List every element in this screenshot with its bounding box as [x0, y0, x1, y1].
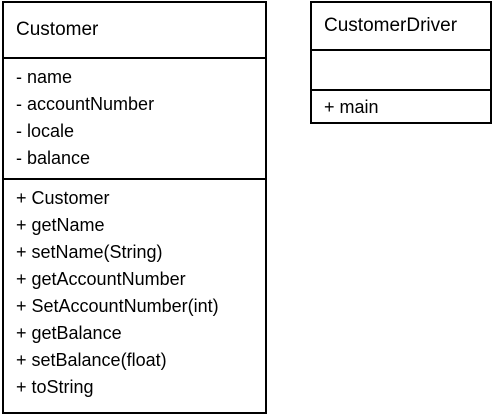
- operations-section: + main: [312, 89, 490, 122]
- attribute: - locale: [16, 121, 75, 141]
- operation: + SetAccountNumber(int): [16, 296, 219, 316]
- attribute: - balance: [16, 148, 91, 168]
- operation: + getAccountNumber: [16, 269, 186, 289]
- attribute: - accountNumber: [16, 94, 155, 114]
- class-box-customer-driver: CustomerDriver + main: [310, 1, 492, 124]
- operation: + getName: [16, 215, 105, 235]
- operation: + Customer: [16, 188, 110, 208]
- operation: + getBalance: [16, 323, 122, 343]
- operation: + setBalance(float): [16, 350, 167, 370]
- attribute: - name: [16, 67, 73, 87]
- operations-section: + Customer + getName + setName(String) +…: [4, 178, 265, 401]
- operation: + setName(String): [16, 242, 163, 262]
- class-box-customer: Customer - name - accountNumber - locale…: [2, 1, 267, 414]
- attributes-section: - name - accountNumber - locale - balanc…: [4, 57, 265, 178]
- operation: + main: [324, 97, 379, 117]
- attributes-section: [312, 49, 490, 89]
- class-name: Customer: [16, 19, 99, 40]
- operation: + toString: [16, 377, 94, 397]
- class-name: CustomerDriver: [324, 15, 458, 36]
